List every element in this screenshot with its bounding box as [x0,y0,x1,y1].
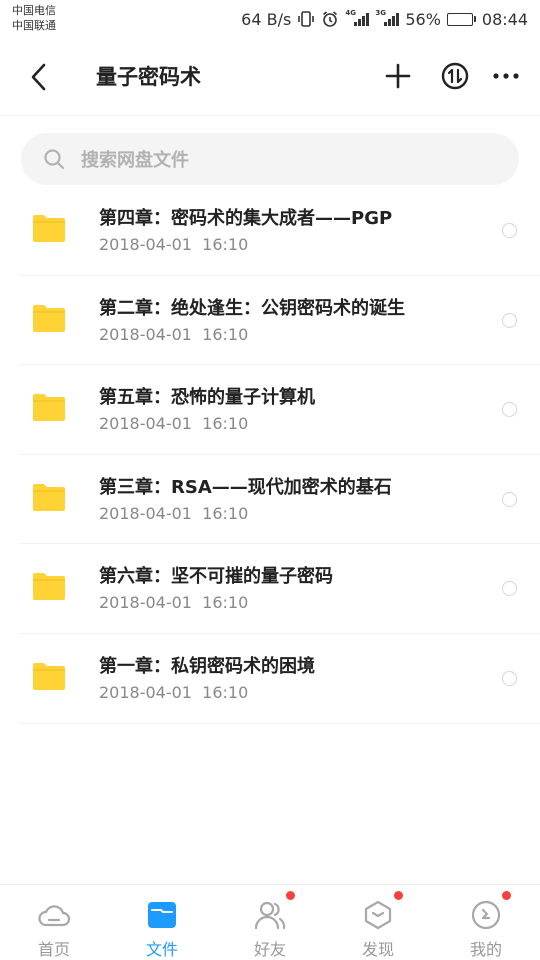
folder-icon [33,662,65,690]
tab-friends[interactable]: 好友 [216,885,324,960]
tab-mine[interactable]: 我的 [432,885,540,960]
folder-icon [33,393,65,422]
cloud-icon [37,900,71,930]
file-name: 第六章：坚不可摧的量子密码 [99,566,333,588]
chevron-left-icon [31,63,46,91]
signal-icon: 4G [345,9,370,26]
search-input[interactable]: 搜索网盘文件 [21,133,519,185]
list-item[interactable]: 第六章：坚不可摧的量子密码 2018-04-01 16:10 [0,544,540,634]
select-radio[interactable] [502,581,517,597]
battery-icon [446,12,476,26]
folder-icon [145,900,179,930]
more-button[interactable] [488,58,524,94]
tab-label: 首页 [37,940,70,959]
transfer-icon [441,62,469,90]
clock: 08:44 [481,9,528,29]
file-name: 第二章：绝处逢生：公钥密码术的诞生 [99,297,405,319]
profile-icon [469,900,503,930]
tab-discover[interactable]: 发现 [324,885,432,960]
file-date: 2018-04-01 16:10 [99,235,249,254]
status-indicators: 64 B/s 4G 3G 56% 08:44 [241,8,528,30]
battery-percent: 56% [405,9,441,29]
tab-files[interactable]: 文件 [108,885,216,960]
search-icon [43,147,67,171]
file-list: 第四章：密码术的集大成者——PGP 2018-04-01 16:10 第二章：绝处逢… [0,186,540,724]
select-radio[interactable] [502,312,517,328]
file-name: 第三章：RSA——现代加密术的基石 [99,476,392,498]
select-radio[interactable] [502,670,517,686]
file-date: 2018-04-01 16:10 [99,324,249,344]
search-placeholder: 搜索网盘文件 [81,150,189,171]
carrier-1: 中国电信 [12,4,56,17]
file-date: 2018-04-01 16:10 [99,503,249,523]
transfer-button[interactable] [437,58,473,94]
tab-label: 我的 [469,940,502,959]
file-name: 第一章：私钥密码术的困境 [99,655,315,677]
tab-label: 发现 [361,940,394,959]
tab-label: 文件 [145,940,178,959]
back-button[interactable] [22,60,56,94]
list-item[interactable]: 第四章：密码术的集大成者——PGP 2018-04-01 16:10 [0,186,540,276]
list-item[interactable]: 第五章：恐怖的量子计算机 2018-04-01 16:10 [0,365,540,455]
tab-home[interactable]: 首页 [0,885,108,960]
file-date: 2018-04-01 16:10 [99,682,249,702]
file-name: 第四章：密码术的集大成者——PGP [99,208,393,229]
list-item[interactable]: 第三章：RSA——现代加密术的基石 2018-04-01 16:10 [0,455,540,545]
carrier-info: 中国电信 中国联通 [12,3,56,33]
friends-icon [253,900,287,930]
select-radio[interactable] [502,223,517,238]
discover-icon [361,900,395,930]
folder-icon [33,572,65,601]
plus-icon [385,63,411,89]
tab-label: 好友 [253,940,286,959]
page-title: 量子密码术 [96,65,201,89]
notification-badge [502,891,511,900]
more-icon [493,73,519,79]
net-speed: 64 B/s [241,9,292,29]
list-item[interactable]: 第一章：私钥密码术的困境 2018-04-01 16:10 [0,634,540,724]
status-bar: 中国电信 中国联通 64 B/s 4G 3G 56% 08:44 [0,0,540,40]
bottom-tab-bar: 首页 文件 好友 发现 我的 [0,884,540,960]
select-radio[interactable] [502,491,517,507]
add-button[interactable] [380,58,416,94]
file-name: 第五章：恐怖的量子计算机 [99,387,315,409]
list-item[interactable]: 第二章：绝处逢生：公钥密码术的诞生 2018-04-01 16:10 [0,276,540,366]
notification-badge [286,891,295,900]
signal-icon-2: 3G [375,9,400,26]
notification-badge [394,891,403,900]
file-date: 2018-04-01 16:10 [99,414,249,434]
carrier-2: 中国联通 [12,19,56,32]
folder-icon [33,483,65,511]
file-date: 2018-04-01 16:10 [99,593,249,613]
select-radio[interactable] [502,402,517,418]
folder-icon [33,304,65,332]
alarm-icon [321,10,339,28]
header: 量子密码术 [0,40,540,116]
folder-icon [33,214,65,242]
vibrate-icon [297,10,315,28]
